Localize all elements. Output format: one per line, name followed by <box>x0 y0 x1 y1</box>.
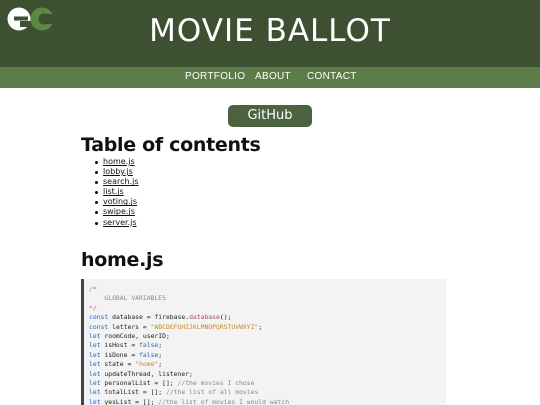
code-line: let personalList = []; //the movies I ch… <box>89 379 446 388</box>
nav-item-about[interactable]: ABOUT <box>255 71 291 82</box>
toc-item: search.js <box>91 177 139 187</box>
toc-link[interactable]: search.js <box>103 177 139 186</box>
code-token: false <box>139 341 159 350</box>
code-token: let <box>89 397 101 405</box>
nav-bar: PORTFOLIO ABOUT CONTACT <box>0 67 540 88</box>
code-line: let isHost = false; <box>89 341 446 350</box>
code-token: ; <box>158 341 163 350</box>
bullet-icon <box>95 201 98 205</box>
code-line: let state = "home"; <box>89 360 446 369</box>
nav-item-portfolio[interactable]: PORTFOLIO <box>185 71 245 82</box>
toc-link[interactable]: server.js <box>103 218 137 227</box>
code-line: let roomCode, userID; <box>89 332 446 341</box>
bullet-icon <box>95 171 98 175</box>
code-token: database <box>189 313 220 322</box>
code-token: letters = <box>108 322 151 331</box>
toc-link[interactable]: lobby.js <box>103 167 133 176</box>
nav-item-contact[interactable]: CONTACT <box>307 71 357 82</box>
code-token: false <box>139 350 159 359</box>
bullet-icon <box>95 181 98 185</box>
code-line: const database = firebase.database(); <box>89 313 446 322</box>
code-token: let <box>89 378 101 387</box>
code-token: updateThread, listener; <box>100 369 193 378</box>
code-token: const <box>89 313 109 322</box>
code-token: totalList = []; <box>100 388 166 397</box>
code-line: const letters = "ABCDEFGHIJKLMNOPQRSTUVW… <box>89 323 446 332</box>
toc-heading: Table of contents <box>81 134 261 156</box>
site-title: MOVIE BALLOT <box>149 13 391 49</box>
bullet-icon <box>95 161 98 164</box>
code-token: let <box>89 331 101 340</box>
code-block: /* GLOBAL VARIABLES */const database = fi… <box>81 279 446 405</box>
code-token: //the movies I chose <box>177 378 255 387</box>
code-token: "home" <box>135 360 159 369</box>
section-heading: home.js <box>81 249 164 271</box>
code-line: let isDone = false; <box>89 351 446 360</box>
code-line: */ <box>89 304 446 313</box>
code-token: */ <box>89 303 97 312</box>
code-line: /* <box>89 285 446 294</box>
bullet-icon <box>95 221 98 225</box>
code-token: //the list of all movies <box>165 388 259 397</box>
toc-item: server.js <box>91 218 139 228</box>
code-token: let <box>89 369 101 378</box>
code-token: state = <box>100 360 136 369</box>
code-token: /* <box>89 285 97 293</box>
code-token: let <box>89 388 101 397</box>
toc-item: home.js <box>91 157 139 167</box>
bullet-icon <box>95 211 98 215</box>
code-token: let <box>89 341 101 350</box>
toc-link[interactable]: swipe.js <box>103 207 135 216</box>
toc-link[interactable]: home.js <box>103 157 135 166</box>
code-token: let <box>89 360 101 369</box>
code-token: ; <box>258 322 263 331</box>
code-token: roomCode, userID; <box>100 331 170 340</box>
code-token: ; <box>158 350 163 359</box>
code-token: GLOBAL VARIABLES <box>89 294 166 303</box>
code-token: database = firebase. <box>108 313 190 322</box>
code-line: GLOBAL VARIABLES <box>89 294 446 303</box>
toc-link[interactable]: voting.js <box>103 197 137 206</box>
github-button[interactable]: GitHub <box>228 105 312 127</box>
code-token: isDone = <box>100 350 140 359</box>
bullet-icon <box>95 191 98 195</box>
code-token: yesList = []; <box>100 397 159 405</box>
toc-item: lobby.js <box>91 167 139 177</box>
code-token: const <box>89 322 109 331</box>
code-token: personalList = []; <box>100 378 178 387</box>
toc-list: home.js lobby.js search.js list.js voting.js… <box>91 157 139 228</box>
code-line: let updateThread, listener; <box>89 370 446 379</box>
code-token: (); <box>219 313 232 322</box>
code-token: let <box>89 350 101 359</box>
toc-item: swipe.js <box>91 207 139 217</box>
code-token: "ABCDEFGHIJKLMNOPQRSTUVWXYZ" <box>150 322 259 331</box>
code-token: ; <box>158 360 163 369</box>
toc-link[interactable]: list.js <box>103 187 124 196</box>
toc-item: list.js <box>91 187 139 197</box>
code-token: isHost = <box>100 341 140 350</box>
code-line: let yesList = []; //the list of movies I… <box>89 398 446 405</box>
site-header: MOVIE BALLOT <box>0 0 540 67</box>
code-line: let totalList = []; //the list of all mo… <box>89 388 446 397</box>
toc-item: voting.js <box>91 197 139 207</box>
code-token: //the list of movies I would watch <box>158 397 290 405</box>
